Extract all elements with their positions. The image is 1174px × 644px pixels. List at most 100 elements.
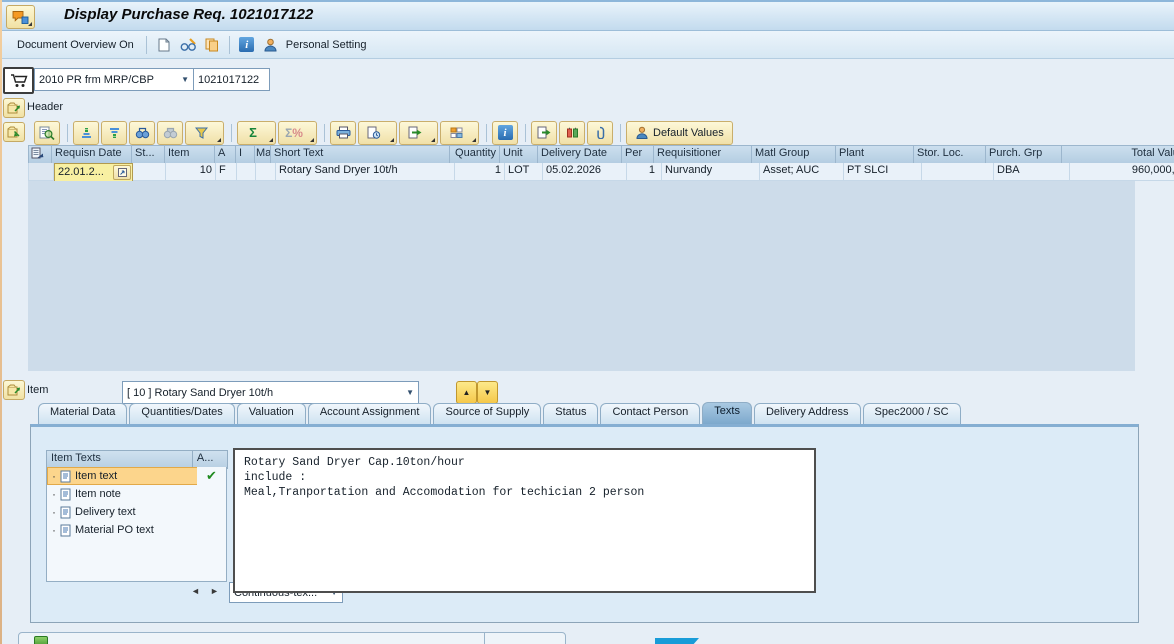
text-editor[interactable]: Rotary Sand Dryer Cap.10ton/hour include… xyxy=(233,448,816,593)
info-icon[interactable]: i xyxy=(492,121,518,145)
grid-collapse-button[interactable] xyxy=(3,122,25,142)
document-overview-button[interactable]: Document Overview On xyxy=(10,35,141,55)
find-icon[interactable] xyxy=(129,121,155,145)
text-type-delivery-text[interactable]: · Delivery text xyxy=(47,503,198,521)
details-icon[interactable] xyxy=(34,121,60,145)
col-a[interactable]: A xyxy=(215,145,236,164)
i-cell[interactable] xyxy=(237,163,256,181)
text-type-item-note[interactable]: · Item note xyxy=(47,485,198,503)
status-cell[interactable] xyxy=(133,163,166,181)
col-purch-grp[interactable]: Purch. Grp xyxy=(986,145,1062,164)
tab-texts[interactable]: Texts xyxy=(702,402,752,425)
col-per[interactable]: Per xyxy=(622,145,654,164)
row-selector-cell[interactable] xyxy=(28,163,54,181)
scroll-right-button[interactable]: ► xyxy=(207,583,222,599)
col-matl-group[interactable]: Matl Group xyxy=(752,145,836,164)
tab-status[interactable]: Status xyxy=(543,403,598,425)
sort-descending-icon[interactable] xyxy=(101,121,127,145)
tab-account-assignment[interactable]: Account Assignment xyxy=(308,403,432,425)
title-bar: Display Purchase Req. 1021017122 xyxy=(2,2,1174,31)
header-expand-button[interactable] xyxy=(3,98,25,118)
info-icon[interactable]: i xyxy=(235,33,259,56)
document-icon xyxy=(60,488,71,501)
shopping-cart-button[interactable] xyxy=(3,67,34,94)
col-short-text[interactable]: Short Text xyxy=(271,145,450,164)
tab-delivery-address[interactable]: Delivery Address xyxy=(754,403,861,425)
quantity-cell[interactable]: 1 xyxy=(455,163,505,181)
editor-line: Rotary Sand Dryer Cap.10ton/hour xyxy=(244,456,465,469)
filter-icon[interactable] xyxy=(185,121,224,145)
versions-icon[interactable] xyxy=(559,121,585,145)
panel-divider xyxy=(484,633,485,644)
plant-cell[interactable]: PT SLCI xyxy=(844,163,922,181)
matl-group-cell[interactable]: Asset; AUC xyxy=(760,163,844,181)
col-plant[interactable]: Plant xyxy=(836,145,914,164)
next-item-button[interactable]: ▼ xyxy=(477,381,498,404)
col-status[interactable]: St... xyxy=(132,145,165,164)
editor-line: Meal,Tranportation and Accomodation for … xyxy=(244,486,644,499)
tab-quantities-dates[interactable]: Quantities/Dates xyxy=(129,403,234,425)
requisn-date-cell[interactable]: 22.01.2... xyxy=(54,163,133,182)
short-text-cell[interactable]: Rotary Sand Dryer 10t/h xyxy=(276,163,455,181)
col-requisn-date[interactable]: Requisn Date xyxy=(52,145,132,164)
tab-material-data[interactable]: Material Data xyxy=(38,403,127,425)
copy-icon[interactable] xyxy=(200,33,224,56)
copy-document-icon[interactable] xyxy=(531,121,557,145)
ma-cell[interactable] xyxy=(256,163,276,181)
tab-contact-person[interactable]: Contact Person xyxy=(600,403,700,425)
stor-loc-cell[interactable] xyxy=(922,163,994,181)
unit-cell[interactable]: LOT xyxy=(505,163,543,181)
col-stor-loc[interactable]: Stor. Loc. xyxy=(914,145,986,164)
create-icon[interactable] xyxy=(152,33,176,56)
previous-item-button[interactable]: ▲ xyxy=(456,381,477,404)
export-icon[interactable] xyxy=(399,121,438,145)
item-section-label: Item xyxy=(27,384,48,396)
requisitioner-cell[interactable]: Nurvandy xyxy=(662,163,760,181)
attachment-icon[interactable] xyxy=(587,121,613,145)
item-texts-header-label: Item Texts xyxy=(47,451,193,468)
scroll-left-button[interactable]: ◄ xyxy=(188,583,203,599)
item-cell[interactable]: 10 xyxy=(166,163,216,181)
col-requisitioner[interactable]: Requisitioner xyxy=(654,145,752,164)
tab-spec2000-sc[interactable]: Spec2000 / SC xyxy=(863,403,961,425)
col-quantity[interactable]: Quantity xyxy=(450,145,500,164)
check-icon: ✔ xyxy=(197,467,226,485)
personal-setting-button[interactable]: Personal Setting xyxy=(283,35,374,55)
col-ma[interactable]: Ma xyxy=(255,145,271,164)
tab-source-of-supply[interactable]: Source of Supply xyxy=(433,403,541,425)
tab-valuation[interactable]: Valuation xyxy=(237,403,306,425)
sort-ascending-icon[interactable] xyxy=(73,121,99,145)
per-cell[interactable]: 1 xyxy=(627,163,662,181)
document-number-value: 1021017122 xyxy=(198,74,259,86)
purch-grp-cell[interactable]: DBA xyxy=(994,163,1070,181)
item-expand-button[interactable] xyxy=(3,380,25,400)
find-next-icon[interactable] xyxy=(157,121,183,145)
row-selector-header[interactable] xyxy=(28,145,52,164)
text-type-item-text[interactable]: · Item text xyxy=(47,467,198,485)
total-value-cell[interactable]: 960,000,000 xyxy=(1070,163,1174,181)
print-preview-icon[interactable] xyxy=(358,121,397,145)
col-total-value[interactable]: Total Value xyxy=(1062,145,1174,164)
layout-icon[interactable] xyxy=(440,121,479,145)
chevron-down-icon: ▼ xyxy=(181,75,189,84)
text-type-material-po-text[interactable]: · Material PO text xyxy=(47,521,198,539)
delivery-date-cell[interactable]: 05.02.2026 xyxy=(543,163,627,181)
sap-logo xyxy=(655,638,699,644)
a-cell[interactable]: F xyxy=(216,163,237,181)
personal-setting-icon[interactable] xyxy=(259,33,283,56)
default-values-button[interactable]: Default Values xyxy=(626,121,733,145)
display-change-icon[interactable] xyxy=(176,33,200,56)
text-type-label: Delivery text xyxy=(75,506,136,518)
sum-icon[interactable]: Σ xyxy=(237,121,276,145)
print-icon[interactable] xyxy=(330,121,356,145)
col-item[interactable]: Item xyxy=(165,145,215,164)
item-select[interactable]: [ 10 ] Rotary Sand Dryer 10t/h ▼ xyxy=(122,381,419,404)
col-i[interactable]: I xyxy=(236,145,255,164)
subtotal-icon[interactable]: Σ% xyxy=(278,121,317,145)
col-delivery-date[interactable]: Delivery Date xyxy=(538,145,622,164)
document-number-field[interactable]: 1021017122 xyxy=(193,68,270,91)
col-unit[interactable]: Unit xyxy=(500,145,538,164)
transaction-menu-button[interactable] xyxy=(6,5,35,29)
document-type-select[interactable]: 2010 PR frm MRP/CBP ▼ xyxy=(34,68,194,91)
date-detail-button[interactable] xyxy=(113,165,131,180)
